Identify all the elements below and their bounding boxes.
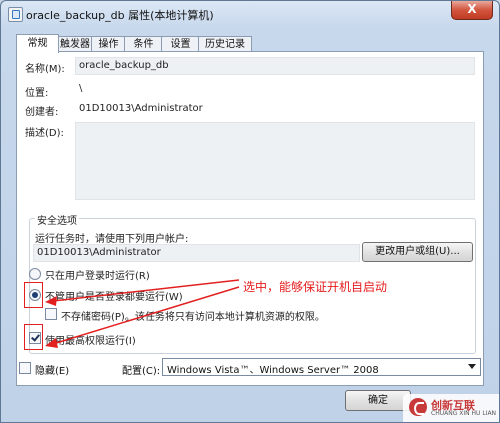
hidden-checkbox[interactable] <box>19 362 31 374</box>
task-scheduler-icon <box>8 7 23 22</box>
tab-settings[interactable]: 设置 <box>161 36 200 52</box>
hidden-label: 隐藏(E) <box>35 366 70 377</box>
properties-window: oracle_backup_db 属性(本地计算机) X 常规 触发器 操作 条… <box>0 0 500 423</box>
brand-subtitle: CHUANG XIN HU LIAN <box>431 410 497 417</box>
chevron-down-icon <box>468 364 476 369</box>
author-value: 01D10013\Administrator <box>79 103 203 114</box>
author-label: 创建者: <box>25 107 59 118</box>
window-title: oracle_backup_db 属性(本地计算机) <box>26 9 214 22</box>
do-not-store-password-checkbox[interactable] <box>45 308 57 320</box>
ok-button[interactable]: 确定 <box>345 390 411 411</box>
tab-general[interactable]: 常规 <box>16 34 59 53</box>
annotation-box-radio <box>24 282 43 308</box>
user-account-value: 01D10013\Administrator <box>37 247 161 258</box>
tab-triggers[interactable]: 触发器 <box>56 36 94 52</box>
description-label: 描述(D): <box>25 128 64 139</box>
highest-privileges-label: 使用最高权限运行(I) <box>45 336 136 347</box>
close-button[interactable]: X <box>451 1 493 20</box>
run-only-logged-on-radio[interactable] <box>29 268 41 280</box>
brand-watermark: 创新互联 CHUANG XIN HU LIAN <box>403 394 499 422</box>
run-only-logged-on-label: 只在用户登录时运行(R) <box>45 271 150 282</box>
location-label: 位置: <box>25 88 49 99</box>
annotation-box-checkbox <box>24 324 43 350</box>
tab-conditions[interactable]: 条件 <box>124 36 163 52</box>
configure-dropdown[interactable]: Windows Vista™、Windows Server™ 2008 <box>162 358 481 376</box>
security-options-title: 安全选项 <box>35 212 79 227</box>
location-value: \ <box>79 83 83 94</box>
general-tab-panel: 名称(M): oracle_backup_db 位置: \ 创建者: 01D10… <box>16 51 484 386</box>
name-label: 名称(M): <box>25 64 65 75</box>
configure-value: Windows Vista™、Windows Server™ 2008 <box>167 365 379 376</box>
configure-label: 配置(C): <box>122 366 161 377</box>
run-as-prompt: 运行任务时，请使用下列用户帐户: <box>35 234 189 245</box>
title-bar[interactable]: oracle_backup_db 属性(本地计算机) X <box>1 1 499 27</box>
name-value: oracle_backup_db <box>79 60 169 71</box>
description-field[interactable] <box>75 122 475 200</box>
annotation-note: 选中，能够保证开机自启动 <box>243 280 388 294</box>
change-user-button[interactable]: 更改用户或组(U)... <box>362 242 473 262</box>
brand-logo-icon <box>409 398 427 416</box>
tab-actions[interactable]: 操作 <box>91 36 126 52</box>
run-whether-logged-on-label: 不管用户是否登录都要运行(W) <box>45 292 183 303</box>
tab-history[interactable]: 历史记录 <box>198 36 252 52</box>
do-not-store-password-label: 不存储密码(P)。该任务将只有访问本地计算机资源的权限。 <box>61 312 325 323</box>
